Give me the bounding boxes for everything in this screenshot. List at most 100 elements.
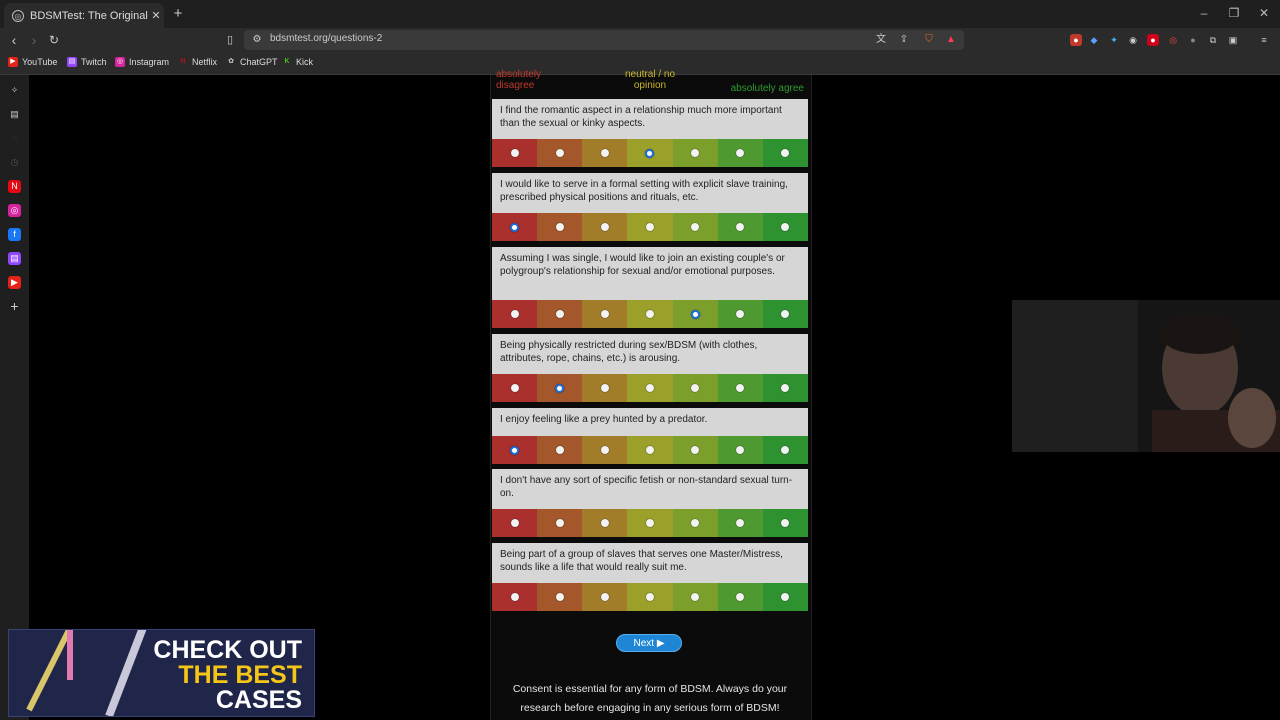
- bookmark-netflix[interactable]: N Netflix: [178, 57, 217, 67]
- history-icon[interactable]: ◷: [8, 156, 21, 169]
- brave-rewards-icon[interactable]: ▲: [944, 33, 958, 47]
- twitch-panel-icon[interactable]: ▤: [8, 252, 21, 265]
- answer-option-3[interactable]: [582, 300, 628, 328]
- menu-icon[interactable]: ≡: [1258, 34, 1270, 46]
- minimize-icon[interactable]: –: [1194, 6, 1214, 20]
- answer-option-3[interactable]: [582, 374, 628, 402]
- radio-button[interactable]: [645, 519, 654, 527]
- answer-option-4[interactable]: [627, 213, 673, 241]
- restore-icon[interactable]: ❐: [1224, 6, 1244, 20]
- leo-ai-icon[interactable]: ✧: [8, 84, 21, 97]
- answer-option-1[interactable]: [492, 509, 538, 537]
- brave-shield-icon[interactable]: ⛉: [922, 33, 936, 47]
- address-bar[interactable]: ⚙ bdsmtest.org/questions-2 文 ⇪ ⛉ ▲: [244, 30, 964, 50]
- window-close-icon[interactable]: ✕: [1254, 6, 1274, 20]
- answer-option-4[interactable]: [627, 139, 673, 167]
- radio-selected[interactable]: [690, 309, 700, 319]
- radio-button[interactable]: [555, 519, 564, 527]
- answer-option-1[interactable]: [492, 374, 538, 402]
- radio-button[interactable]: [645, 223, 654, 231]
- answer-option-2[interactable]: [537, 139, 583, 167]
- answer-option-7[interactable]: [762, 300, 808, 328]
- reading-list-icon[interactable]: ▤: [8, 108, 21, 121]
- radio-button[interactable]: [600, 310, 609, 318]
- radio-button[interactable]: [645, 593, 654, 601]
- bookmark-youtube[interactable]: ▶ YouTube: [8, 57, 57, 67]
- answer-option-3[interactable]: [582, 436, 628, 464]
- radio-button[interactable]: [736, 310, 745, 318]
- radio-button[interactable]: [600, 223, 609, 231]
- answer-option-1[interactable]: [492, 300, 538, 328]
- browser-tab[interactable]: ◎ BDSMTest: The Original BDSM & ✕: [4, 3, 164, 28]
- answer-option-4[interactable]: [627, 509, 673, 537]
- radio-button[interactable]: [691, 593, 700, 601]
- reload-icon[interactable]: ↻: [46, 32, 62, 48]
- answer-option-2[interactable]: [537, 374, 583, 402]
- radio-button[interactable]: [510, 593, 519, 601]
- extension-icon[interactable]: ✦: [1108, 34, 1120, 46]
- bookmark-icon[interactable]: ▯: [222, 32, 238, 48]
- radio-button[interactable]: [781, 519, 790, 527]
- share-icon[interactable]: ⇪: [897, 33, 911, 47]
- answer-option-5[interactable]: [672, 213, 718, 241]
- radio-selected[interactable]: [510, 445, 520, 455]
- add-panel-icon[interactable]: +: [8, 299, 21, 313]
- answer-option-6[interactable]: [717, 300, 763, 328]
- answer-option-5[interactable]: [672, 583, 718, 611]
- radio-button[interactable]: [781, 593, 790, 601]
- extension-icon[interactable]: ◆: [1088, 34, 1100, 46]
- radio-button[interactable]: [736, 446, 745, 454]
- radio-button[interactable]: [691, 446, 700, 454]
- answer-option-6[interactable]: [717, 436, 763, 464]
- radio-button[interactable]: [510, 384, 519, 392]
- radio-button[interactable]: [600, 149, 609, 157]
- answer-option-6[interactable]: [717, 139, 763, 167]
- radio-button[interactable]: [600, 446, 609, 454]
- radio-button[interactable]: [510, 519, 519, 527]
- answer-option-3[interactable]: [582, 213, 628, 241]
- bookmark-twitch[interactable]: ▤ Twitch: [67, 57, 107, 67]
- answer-option-7[interactable]: [762, 374, 808, 402]
- radio-button[interactable]: [691, 149, 700, 157]
- extension-icon[interactable]: ●: [1147, 34, 1159, 46]
- answer-option-1[interactable]: [492, 583, 538, 611]
- radio-button[interactable]: [555, 446, 564, 454]
- answer-option-1[interactable]: [492, 436, 538, 464]
- radio-button[interactable]: [645, 446, 654, 454]
- radio-button[interactable]: [736, 519, 745, 527]
- radio-button[interactable]: [510, 310, 519, 318]
- radio-button[interactable]: [691, 384, 700, 392]
- radio-button[interactable]: [691, 223, 700, 231]
- answer-option-4[interactable]: [627, 374, 673, 402]
- netflix-panel-icon[interactable]: N: [8, 180, 21, 193]
- instagram-panel-icon[interactable]: ◎: [8, 204, 21, 217]
- site-info-icon[interactable]: ⚙: [250, 33, 264, 47]
- next-button[interactable]: Next ▶: [616, 634, 682, 652]
- extension-icon[interactable]: ◎: [1167, 34, 1179, 46]
- answer-option-2[interactable]: [537, 509, 583, 537]
- radio-button[interactable]: [555, 223, 564, 231]
- puzzle-icon[interactable]: ⧉: [1207, 34, 1219, 46]
- answer-option-5[interactable]: [672, 374, 718, 402]
- answer-option-1[interactable]: [492, 213, 538, 241]
- cases-ad-banner[interactable]: CHECK OUT THE BEST CASES: [8, 629, 315, 717]
- wallet-icon[interactable]: ◌: [8, 132, 21, 145]
- answer-option-5[interactable]: [672, 139, 718, 167]
- new-tab-icon[interactable]: +: [170, 6, 186, 22]
- answer-option-6[interactable]: [717, 213, 763, 241]
- url-text[interactable]: bdsmtest.org/questions-2: [270, 33, 382, 44]
- radio-button[interactable]: [600, 519, 609, 527]
- extension-icon[interactable]: ●: [1187, 34, 1199, 46]
- answer-option-5[interactable]: [672, 509, 718, 537]
- answer-option-6[interactable]: [717, 583, 763, 611]
- answer-option-7[interactable]: [762, 583, 808, 611]
- radio-selected[interactable]: [555, 383, 565, 393]
- extension-icon[interactable]: ◉: [1127, 34, 1139, 46]
- tab-close-icon[interactable]: ✕: [148, 9, 164, 22]
- answer-option-4[interactable]: [627, 583, 673, 611]
- radio-button[interactable]: [645, 384, 654, 392]
- answer-option-1[interactable]: [492, 139, 538, 167]
- radio-button[interactable]: [781, 310, 790, 318]
- radio-button[interactable]: [781, 446, 790, 454]
- radio-button[interactable]: [600, 593, 609, 601]
